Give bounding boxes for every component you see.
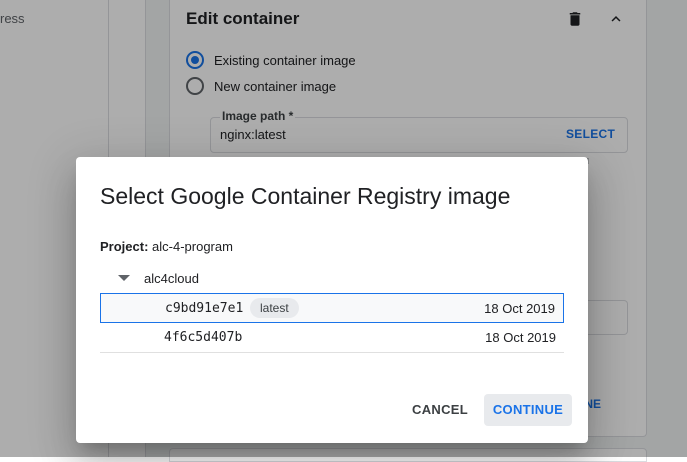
project-value: alc-4-program (152, 239, 233, 254)
image-row-selected[interactable]: c9bd91e7e1 latest 18 Oct 2019 (100, 293, 564, 323)
repository-name[interactable]: alc4cloud (144, 271, 199, 286)
tag-chip: latest (250, 298, 299, 318)
project-label: Project: (100, 239, 149, 254)
cancel-button[interactable]: CANCEL (404, 394, 476, 426)
image-date: 18 Oct 2019 (485, 330, 556, 345)
image-digest: 4f6c5d407b (164, 330, 243, 345)
select-gcr-image-dialog: Select Google Container Registry image P… (76, 157, 588, 443)
caret-down-icon[interactable] (116, 271, 132, 285)
image-digest: c9bd91e7e1 (165, 301, 244, 316)
image-row[interactable]: 4f6c5d407b 18 Oct 2019 (100, 323, 564, 353)
dialog-title: Select Google Container Registry image (100, 183, 511, 209)
project-line: Project: alc-4-program (100, 239, 233, 254)
image-date: 18 Oct 2019 (484, 301, 555, 316)
continue-button[interactable]: CONTINUE (484, 394, 572, 426)
